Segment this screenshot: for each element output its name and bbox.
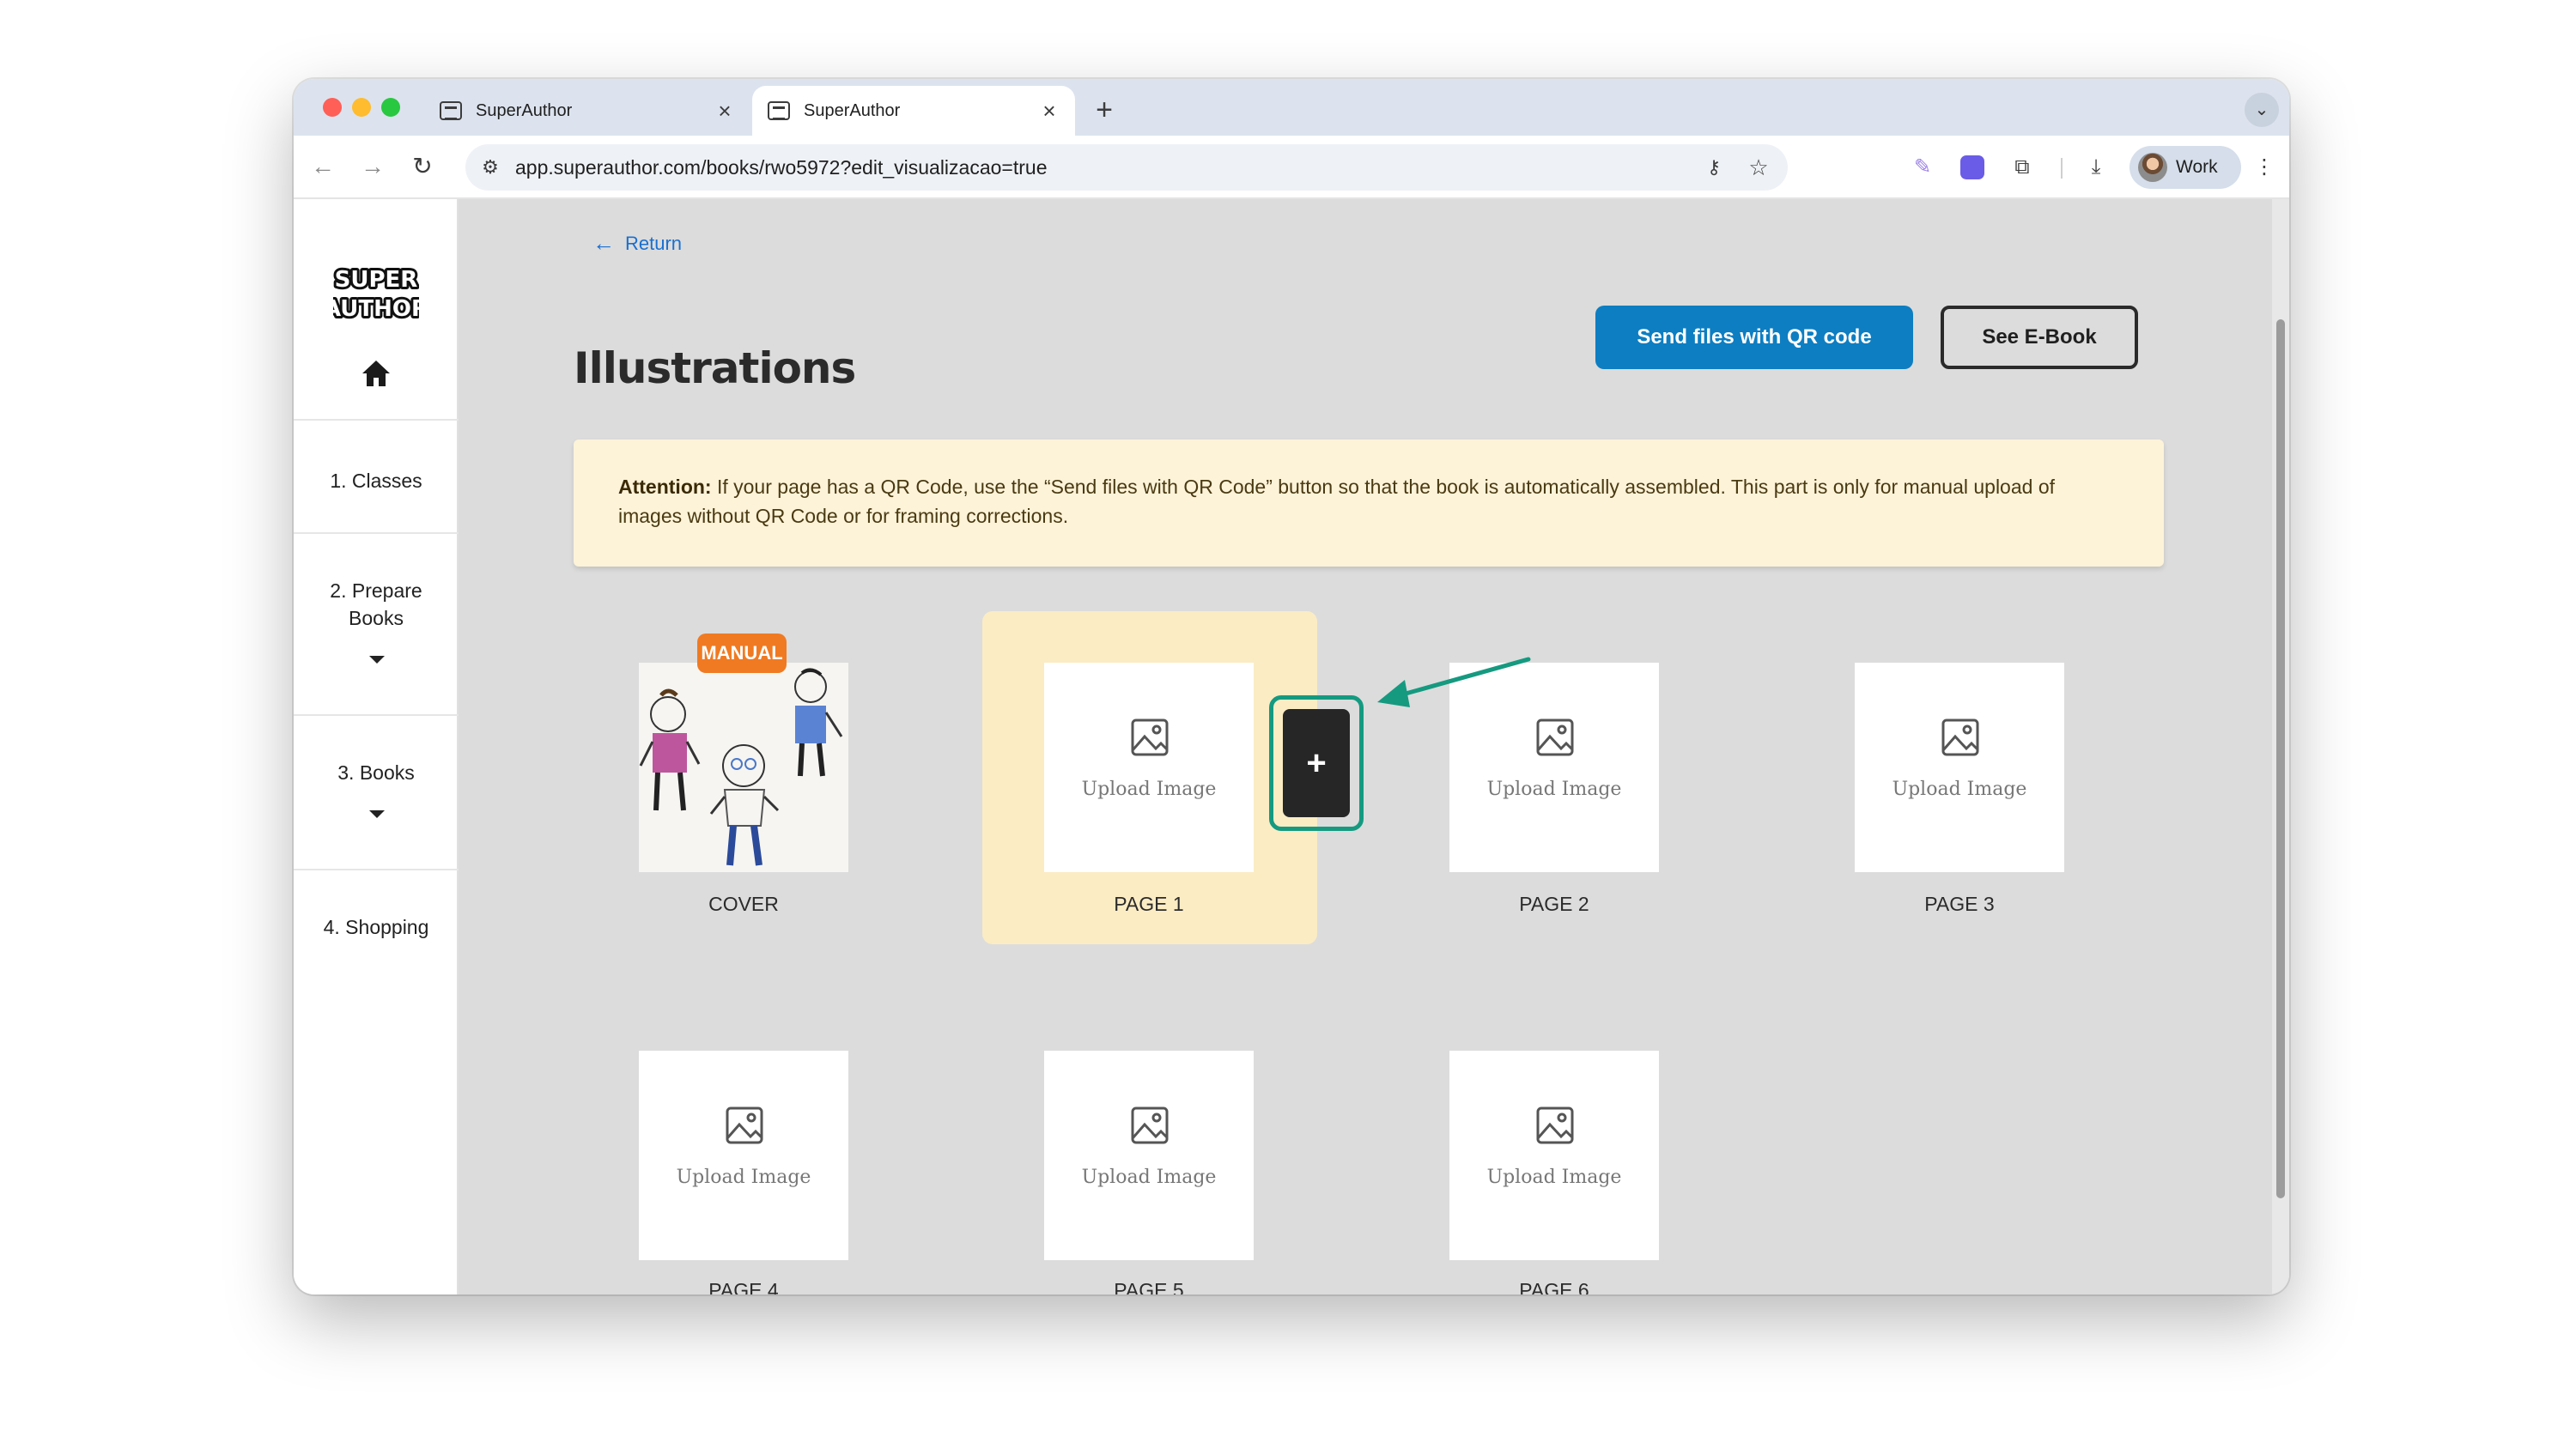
upload-image-label: Upload Image <box>1486 1167 1622 1188</box>
sidebar-item-books[interactable]: 3. Books <box>294 759 459 786</box>
kids-drawing-illustration <box>639 663 848 872</box>
upload-tile-page-4[interactable]: Upload Image <box>639 1051 848 1260</box>
browser-tab-1[interactable]: SuperAuthor × <box>424 86 750 136</box>
back-arrow-icon[interactable]: ← <box>304 148 342 185</box>
scrollbar-thumb[interactable] <box>2276 319 2285 1198</box>
chevron-down-icon[interactable] <box>369 810 385 818</box>
upload-image-label: Upload Image <box>1081 1167 1217 1188</box>
sidebar-divider <box>294 419 459 421</box>
page-content: SUPER SUPER AUTHOR AUTHOR 1. Classes 2. … <box>294 199 2289 1294</box>
tab-title: SuperAuthor <box>804 100 901 120</box>
extensions-puzzle-icon[interactable]: ⧉ <box>2006 151 2038 184</box>
address-bar[interactable]: ⚙ app.superauthor.com/books/rwo5972?edit… <box>465 144 1788 191</box>
add-page-button[interactable]: + <box>1283 709 1350 817</box>
image-icon <box>1941 718 1979 756</box>
download-icon[interactable]: ⤓ <box>2080 151 2112 184</box>
url-text[interactable]: app.superauthor.com/books/rwo5972?edit_v… <box>515 144 1047 191</box>
toolbar-divider <box>2061 158 2063 179</box>
page-label-page-3: PAGE 3 <box>1924 893 1995 915</box>
page-label-page-6: PAGE 6 <box>1519 1279 1589 1294</box>
book-favicon-icon <box>440 101 462 120</box>
page-title: Illustrations <box>574 343 856 393</box>
image-icon <box>1131 718 1169 756</box>
site-settings-icon[interactable]: ⚙ <box>476 153 505 182</box>
arrow-left-icon: ← <box>592 230 615 256</box>
page-label-page-2: PAGE 2 <box>1519 893 1589 915</box>
pen-extension-icon[interactable]: ✎ <box>1906 151 1939 184</box>
svg-text:SUPER: SUPER <box>335 267 418 293</box>
reload-icon[interactable]: ↻ <box>404 148 441 185</box>
return-label: Return <box>625 232 683 254</box>
attention-text: If your page has a QR Code, use the “Sen… <box>618 476 2055 527</box>
kebab-menu-icon[interactable]: ⋮ <box>2248 151 2281 184</box>
chevron-down-icon[interactable] <box>369 656 385 664</box>
image-icon <box>1536 718 1574 756</box>
tab-search-icon[interactable]: ⌄ <box>2245 93 2279 127</box>
close-window-button[interactable] <box>323 98 342 117</box>
send-files-qr-button[interactable]: Send files with QR code <box>1595 306 1913 369</box>
image-icon <box>726 1106 763 1144</box>
upload-image-label: Upload Image <box>1081 779 1217 800</box>
sidebar-item-shopping[interactable]: 4. Shopping <box>294 913 459 941</box>
purple-extension-icon[interactable] <box>1956 151 1989 184</box>
sidebar-item-classes[interactable]: 1. Classes <box>294 467 459 494</box>
tab-title: SuperAuthor <box>476 100 573 120</box>
avatar <box>2138 153 2167 182</box>
sidebar-divider <box>294 714 459 716</box>
upload-image-label: Upload Image <box>676 1167 811 1188</box>
upload-tile-page-2[interactable]: Upload Image <box>1449 663 1659 872</box>
browser-toolbar: ← → ↻ ⚙ app.superauthor.com/books/rwo597… <box>294 136 2289 199</box>
profile-button[interactable]: Work <box>2129 146 2241 189</box>
upload-image-label: Upload Image <box>1892 779 2027 800</box>
tab-close-icon[interactable]: × <box>708 98 742 124</box>
page-label-cover: COVER <box>708 893 779 915</box>
cover-image[interactable] <box>639 663 848 872</box>
page-label-page-1: PAGE 1 <box>1114 893 1184 915</box>
maximize-window-button[interactable] <box>381 98 400 117</box>
upload-tile-page-5[interactable]: Upload Image <box>1044 1051 1254 1260</box>
tab-close-icon[interactable]: × <box>1032 98 1066 124</box>
bookmark-star-icon[interactable]: ☆ <box>1743 153 1774 182</box>
page-label-page-4: PAGE 4 <box>708 1279 779 1294</box>
image-icon <box>1131 1106 1169 1144</box>
upload-tile-page-3[interactable]: Upload Image <box>1855 663 2064 872</box>
new-tab-button[interactable]: + <box>1085 91 1123 129</box>
superauthor-logo: SUPER SUPER AUTHOR AUTHOR <box>333 264 419 323</box>
password-key-icon[interactable]: ⚷ <box>1698 153 1729 182</box>
minimize-window-button[interactable] <box>352 98 371 117</box>
scrollbar[interactable] <box>2272 199 2289 1294</box>
manual-badge: MANUAL <box>697 634 787 673</box>
svg-text:AUTHOR: AUTHOR <box>333 296 419 322</box>
see-ebook-button[interactable]: See E-Book <box>1941 306 2138 369</box>
sidebar-item-prepare-books[interactable]: 2. Prepare Books <box>294 577 459 632</box>
sidebar: SUPER SUPER AUTHOR AUTHOR 1. Classes 2. … <box>294 199 459 1294</box>
browser-window: SuperAuthor × SuperAuthor × + ⌄ ← → ↻ ⚙ … <box>294 79 2289 1294</box>
upload-tile-page-1[interactable]: Upload Image <box>1044 663 1254 872</box>
tab-bar: SuperAuthor × SuperAuthor × + ⌄ <box>294 79 2289 136</box>
home-icon[interactable] <box>361 359 392 388</box>
book-favicon-icon <box>768 101 790 120</box>
forward-arrow-icon[interactable]: → <box>354 148 392 185</box>
sidebar-divider <box>294 532 459 534</box>
attention-notice: Attention: If your page has a QR Code, u… <box>574 440 2164 567</box>
upload-tile-page-6[interactable]: Upload Image <box>1449 1051 1659 1260</box>
upload-image-label: Upload Image <box>1486 779 1622 800</box>
image-icon <box>1536 1106 1574 1144</box>
profile-label: Work <box>2176 157 2218 177</box>
return-link[interactable]: ← Return <box>592 230 682 257</box>
sidebar-divider <box>294 869 459 870</box>
browser-tab-2[interactable]: SuperAuthor × <box>752 86 1075 136</box>
attention-label: Attention: <box>618 476 712 498</box>
page-label-page-5: PAGE 5 <box>1114 1279 1184 1294</box>
